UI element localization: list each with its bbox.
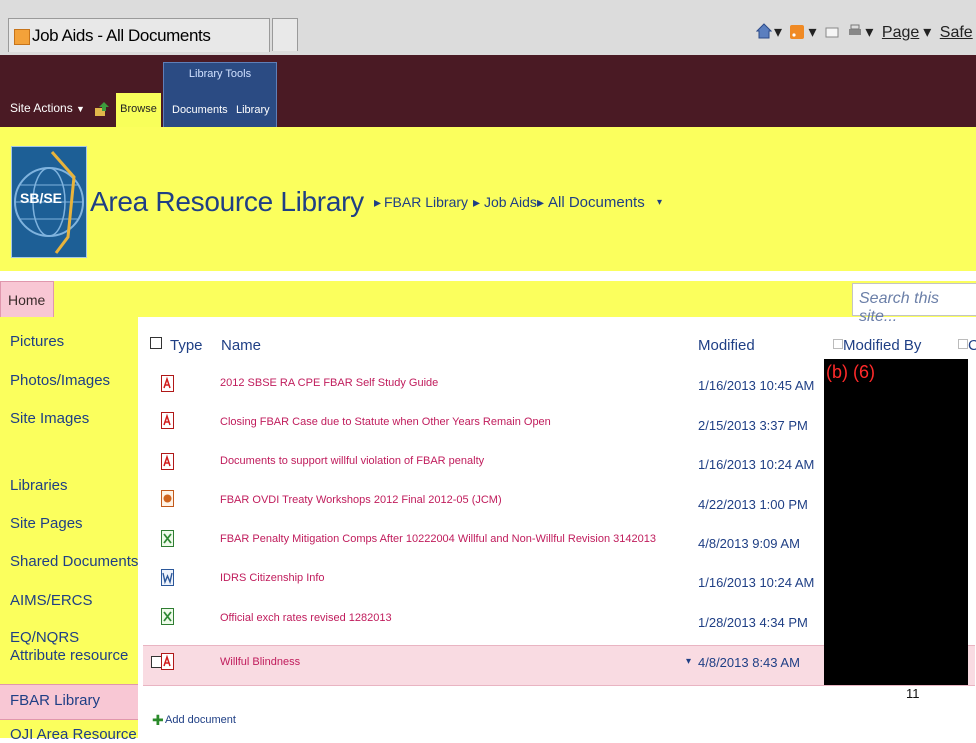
new-tab-button[interactable] [272, 18, 298, 51]
browser-tab[interactable]: Job Aids - All Documents [8, 18, 270, 52]
add-document-link[interactable]: Add document [165, 714, 236, 726]
modified-by-filter-checkbox[interactable] [833, 339, 843, 349]
column-header-type[interactable]: Type [170, 337, 203, 354]
modified-date: 1/16/2013 10:24 AM [698, 575, 815, 590]
document-link[interactable]: Closing FBAR Case due to Statute when Ot… [220, 416, 551, 428]
breadcrumb-separator-icon: ▸ [537, 194, 545, 210]
top-nav-bar [0, 281, 976, 317]
column-header-checked-out[interactable]: C [968, 337, 976, 354]
quick-launch-oji-area-resource[interactable]: OJI Area Resource [10, 726, 137, 743]
tab-library[interactable]: Library [236, 104, 270, 116]
site-actions-label: Site Actions [10, 101, 73, 115]
document-link[interactable]: FBAR OVDI Treaty Workshops 2012 Final 20… [220, 494, 502, 506]
quick-launch-site-pages[interactable]: Site Pages [10, 515, 83, 532]
navigate-up-icon[interactable] [94, 101, 110, 122]
quick-launch-site-images[interactable]: Site Images [10, 410, 89, 427]
modified-date: 2/15/2013 3:37 PM [698, 418, 808, 433]
pdf-file-icon[interactable] [161, 453, 174, 470]
library-tools-label: Library Tools [188, 68, 252, 80]
breadcrumb-all-documents[interactable]: All Documents [548, 194, 645, 211]
document-link[interactable]: FBAR Penalty Mitigation Comps After 1022… [220, 533, 656, 545]
quick-launch-aims-ercs[interactable]: AIMS/ERCS [10, 592, 93, 609]
quick-launch-fbar-library[interactable]: FBAR Library [10, 692, 100, 709]
page-menu-arrow-icon[interactable]: ▾ [923, 24, 931, 41]
pdf-file-icon[interactable] [161, 375, 174, 392]
excel-file-icon[interactable] [161, 530, 174, 547]
site-title[interactable]: Area Resource Library [90, 186, 364, 218]
quick-launch-eq-nqrs[interactable]: EQ/NQRS Attribute resource [10, 629, 132, 665]
tab-browse[interactable]: Browse [116, 93, 161, 127]
safety-menu[interactable]: Safe [940, 24, 973, 41]
modified-date: 4/8/2013 9:09 AM [698, 536, 800, 551]
word-file-icon[interactable] [161, 569, 174, 586]
sharepoint-favicon-icon [14, 29, 30, 45]
breadcrumb-job-aids[interactable]: Job Aids [484, 194, 537, 210]
feed-dropdown-icon[interactable]: ▾ [808, 24, 816, 41]
home-dropdown-icon[interactable]: ▾ [774, 24, 782, 41]
page-menu[interactable]: Page [882, 24, 919, 41]
modified-date: 1/16/2013 10:45 AM [698, 378, 815, 393]
redaction-block [824, 359, 968, 685]
select-all-checkbox[interactable] [150, 337, 162, 349]
breadcrumb-separator-icon: ▸ [374, 194, 382, 210]
page-number: 11 [906, 686, 920, 701]
nav-home-label: Home [8, 292, 46, 308]
redaction-label: (b) (6) [826, 362, 875, 382]
view-selector-chevron-icon[interactable]: ▾ [657, 197, 662, 208]
modified-date: 1/16/2013 10:24 AM [698, 457, 815, 472]
site-logo[interactable]: SB/SE [11, 146, 87, 258]
nav-home[interactable]: Home [0, 281, 54, 319]
mail-icon[interactable] [825, 25, 839, 39]
chevron-down-icon: ▼ [76, 104, 85, 114]
modified-date: 1/28/2013 4:34 PM [698, 615, 808, 630]
column-header-name[interactable]: Name [221, 337, 261, 354]
quick-launch-photos-images[interactable]: Photos/Images [10, 372, 110, 389]
excel-file-icon[interactable] [161, 608, 174, 625]
add-icon[interactable]: ✚ [152, 712, 164, 729]
document-link[interactable]: Documents to support willful violation o… [220, 455, 484, 467]
document-link[interactable]: Willful Blindness [220, 656, 300, 668]
document-link[interactable]: IDRS Citizenship Info [220, 572, 325, 584]
search-input[interactable]: Search this site... [852, 283, 976, 325]
modified-date: 4/22/2013 1:00 PM [698, 497, 808, 512]
modified-date: 4/8/2013 8:43 AM [698, 655, 800, 670]
pdf-file-icon[interactable] [161, 412, 174, 429]
logo-text: SB/SE [20, 190, 63, 206]
item-menu-chevron-icon[interactable]: ▾ [686, 656, 691, 667]
site-actions-menu[interactable]: Site Actions ▼ [10, 101, 85, 115]
quick-launch-libraries[interactable]: Libraries [10, 477, 68, 494]
library-tools-group: Library Tools [163, 62, 277, 128]
pdf-file-icon[interactable] [161, 653, 174, 670]
print-icon[interactable] [847, 23, 862, 37]
tab-title: Job Aids - All Documents [32, 26, 211, 45]
quick-launch-pictures[interactable]: Pictures [10, 333, 64, 350]
breadcrumb-fbar-library[interactable]: FBAR Library [384, 194, 468, 210]
document-link[interactable]: 2012 SBSE RA CPE FBAR Self Study Guide [220, 377, 438, 389]
tab-documents[interactable]: Documents [172, 104, 228, 116]
column-header-modified[interactable]: Modified [698, 337, 755, 354]
checked-out-filter-checkbox[interactable] [958, 339, 968, 349]
column-header-modified-by[interactable]: Modified By [843, 337, 921, 354]
home-icon[interactable] [755, 23, 773, 39]
rss-feed-icon[interactable] [790, 25, 805, 39]
powerpoint-file-icon[interactable] [161, 490, 174, 507]
print-dropdown-icon[interactable]: ▾ [865, 24, 873, 41]
document-link[interactable]: Official exch rates revised 1282013 [220, 612, 392, 624]
browser-command-bar: ▾ ▾ ▾ Page ▾ Safe [755, 22, 976, 44]
search-placeholder: Search this site... [859, 290, 940, 325]
breadcrumb-separator-icon: ▸ [473, 194, 481, 210]
tab-browse-label: Browse [120, 103, 157, 115]
quick-launch-shared-documents[interactable]: Shared Documents [10, 553, 138, 570]
